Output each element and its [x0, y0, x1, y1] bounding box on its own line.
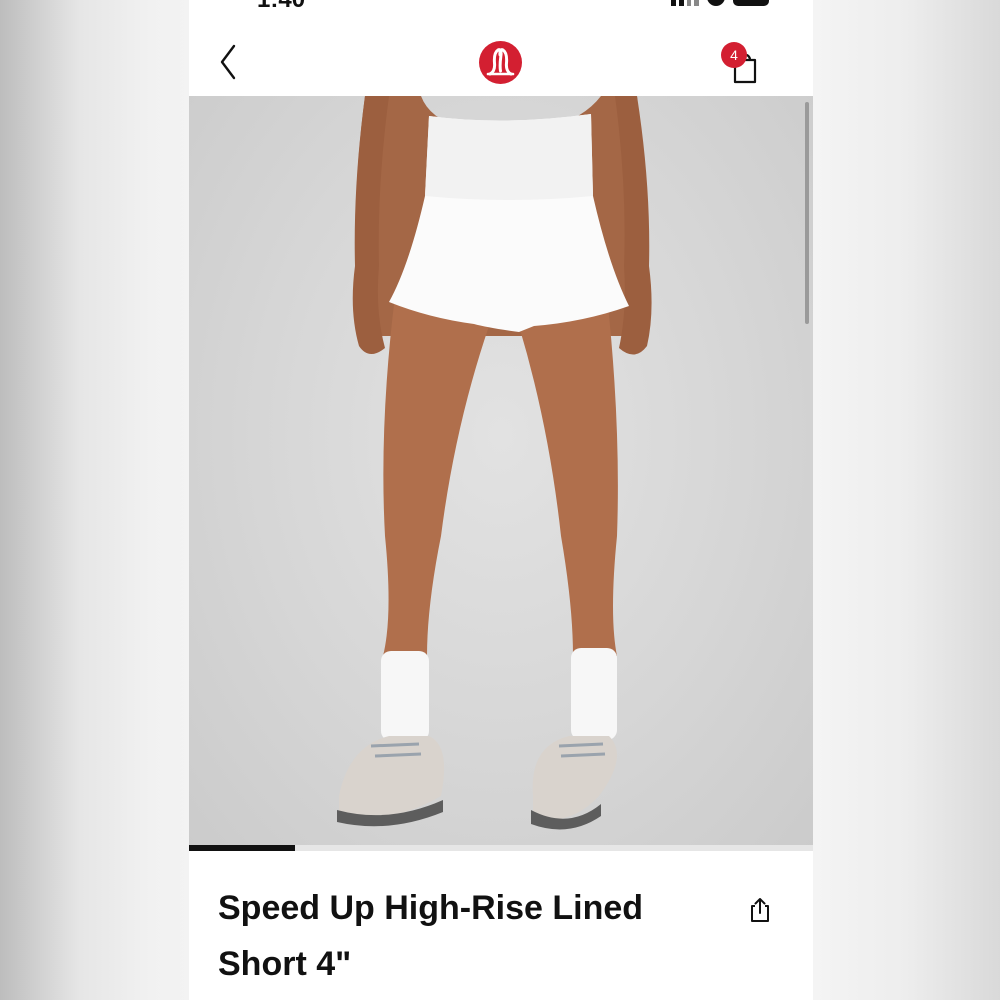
status-bar: 1:40 55 — [189, 0, 813, 14]
scroll-indicator — [805, 102, 809, 324]
back-button[interactable] — [213, 42, 245, 82]
cart-button[interactable]: 4 — [717, 40, 769, 88]
battery-indicator: 55 — [733, 0, 769, 6]
status-icons: 55 — [671, 0, 769, 6]
product-photo-illustration — [337, 96, 652, 830]
share-button[interactable] — [747, 896, 773, 924]
share-icon — [751, 898, 769, 922]
signal-icon — [671, 0, 699, 6]
background-blur-right — [813, 0, 1000, 1000]
status-time: 1:40 — [257, 0, 305, 14]
product-image[interactable] — [189, 96, 813, 850]
phone-screen: 1:40 55 4 — [189, 0, 813, 1000]
top-nav: 4 — [189, 26, 813, 96]
carousel-progress-bar — [189, 845, 296, 851]
product-title: Speed Up High-Rise Lined Short 4" — [218, 889, 644, 983]
lululemon-logo — [479, 41, 522, 84]
chevron-left-icon — [220, 44, 236, 80]
cart-count-badge: 4 — [721, 42, 747, 68]
wifi-icon — [707, 0, 725, 6]
